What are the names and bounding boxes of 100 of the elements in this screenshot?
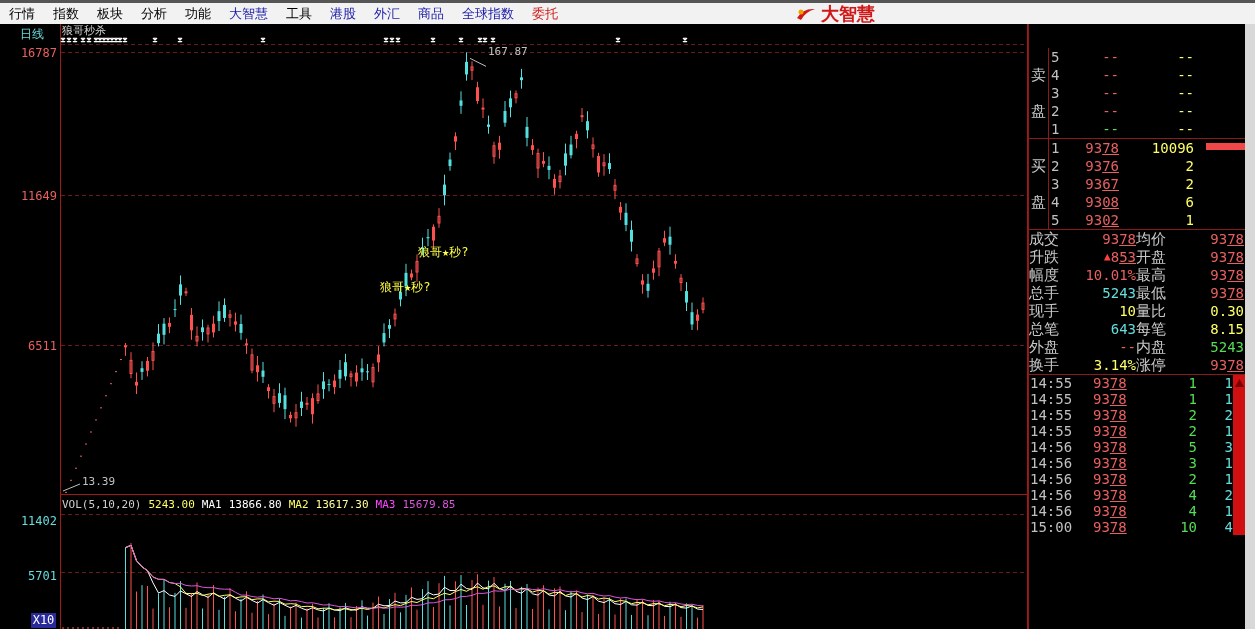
field-label: 每笔 (1136, 320, 1166, 338)
field-value: 10 (1119, 302, 1136, 320)
trade-price: 9378 (1093, 439, 1128, 455)
trade-count: 3 (1223, 439, 1233, 455)
side-label: 卖盘 (1031, 65, 1046, 122)
trade-count: 1 (1223, 471, 1233, 487)
volume-value: -- (1176, 84, 1194, 102)
legend-text: MA1 (201, 498, 222, 511)
field-label: 换手 (1029, 356, 1059, 374)
menu-item[interactable]: 全球指数 (453, 3, 523, 24)
menu-item[interactable]: 板块 (88, 3, 132, 24)
volume-value: -- (1176, 66, 1194, 84)
trade-price: 9378 (1093, 487, 1128, 503)
trade-count: 1 (1223, 503, 1233, 519)
volume-value: -- (1176, 102, 1194, 120)
price-value: -- (1101, 102, 1119, 120)
field-value: 9378 (1210, 284, 1244, 302)
high-price-label: 167.87 (488, 45, 528, 58)
trade-volume: 10 (1179, 519, 1197, 535)
trade-count: 1 (1223, 455, 1233, 471)
trade-price: 9378 (1093, 391, 1128, 407)
volume-axis-label: 11402 (20, 514, 57, 528)
period-label: 日线 (20, 27, 44, 41)
field-label: 外盘 (1029, 338, 1059, 356)
trade-volume: 5 (1187, 439, 1197, 455)
legend-text: VOL(5,10,20) (62, 498, 142, 511)
trade-volume: 2 (1187, 471, 1197, 487)
field-label: 现手 (1029, 302, 1059, 320)
field-value: 9378 (1102, 230, 1136, 248)
field-value: 9378 (1210, 266, 1244, 284)
field-label: 内盘 (1136, 338, 1166, 356)
trade-count: 1 (1223, 391, 1233, 407)
trade-volume: 3 (1187, 455, 1197, 471)
volume-value: 2 (1184, 157, 1194, 175)
field-value: 8.15 (1210, 320, 1244, 338)
menu-item[interactable]: 行情 (0, 3, 44, 24)
menu-item[interactable]: 外汇 (365, 3, 409, 24)
legend-text: 15679.85 (402, 498, 456, 511)
trade-time: 14:56 (1029, 439, 1074, 455)
menu-item[interactable]: 功能 (176, 3, 220, 24)
volume-value: -- (1176, 120, 1194, 138)
volume-value: 10096 (1150, 139, 1194, 157)
field-value: 9378 (1210, 356, 1244, 374)
trade-volume: 1 (1187, 375, 1197, 391)
trade-count: 2 (1223, 407, 1233, 423)
level-number: 2 (1050, 157, 1061, 175)
level-number: 1 (1050, 120, 1061, 138)
price-axis-label: 6511 (28, 339, 57, 353)
trade-price: 9378 (1093, 471, 1128, 487)
field-value: 5243 (1102, 284, 1136, 302)
menu-item[interactable]: 商品 (409, 3, 453, 24)
trade-volume: 2 (1187, 407, 1197, 423)
field-label: 总笔 (1029, 320, 1059, 338)
trade-price: 9378 (1093, 407, 1128, 423)
volume-axis-label: 5701 (28, 569, 57, 583)
field-value: 9378 (1210, 230, 1244, 248)
price-axis-label: 11649 (20, 189, 57, 203)
field-label: 幅度 (1029, 266, 1059, 284)
field-label: 涨停 (1136, 356, 1166, 374)
level-number: 5 (1050, 211, 1061, 229)
level-number: 3 (1050, 84, 1061, 102)
trade-count: 1 (1223, 375, 1233, 391)
level-number: 1 (1050, 139, 1061, 157)
level-number: 2 (1050, 102, 1061, 120)
indicator-name: 狼哥秒杀 (62, 24, 106, 37)
scroll-up-icon[interactable] (1235, 379, 1244, 387)
volume-value: 2 (1184, 175, 1194, 193)
menu-item[interactable]: 大智慧 (220, 3, 277, 24)
field-label: 开盘 (1136, 248, 1166, 266)
menu-item[interactable]: 指数 (44, 3, 88, 24)
level-number: 4 (1050, 66, 1061, 84)
price-value: 9367 (1084, 175, 1119, 193)
legend-text: MA3 (375, 498, 396, 511)
price-value: 9376 (1084, 157, 1119, 175)
legend-text: 13866.80 (228, 498, 282, 511)
legend-text: 13617.30 (315, 498, 369, 511)
field-value: 643 (1110, 320, 1136, 338)
trade-price: 9378 (1093, 503, 1128, 519)
field-label: 量比 (1136, 302, 1166, 320)
field-label: 最低 (1136, 284, 1166, 302)
low-price-label: 13.39 (82, 475, 116, 488)
menu-item[interactable]: 港股 (321, 3, 365, 24)
trade-price: 9378 (1093, 423, 1128, 439)
leader-line (469, 57, 487, 67)
trade-price: 9378 (1093, 375, 1128, 391)
menu-item[interactable]: 工具 (277, 3, 321, 24)
trade-time: 14:55 (1029, 375, 1074, 391)
trade-time: 14:56 (1029, 471, 1074, 487)
volume-value: 6 (1184, 193, 1194, 211)
menu-item[interactable]: 分析 (132, 3, 176, 24)
price-value: 9378 (1084, 139, 1119, 157)
price-axis-label: 16787 (20, 46, 57, 60)
price-value: -- (1101, 120, 1119, 138)
menu-item[interactable]: 委托 (523, 3, 567, 24)
scrollbar[interactable] (1233, 375, 1245, 535)
field-value: 3.14% (1093, 356, 1136, 374)
field-value: 9378 (1210, 248, 1244, 266)
field-value: 0.30 (1210, 302, 1244, 320)
trade-time: 14:55 (1029, 423, 1074, 439)
field-label: 成交 (1029, 230, 1059, 248)
